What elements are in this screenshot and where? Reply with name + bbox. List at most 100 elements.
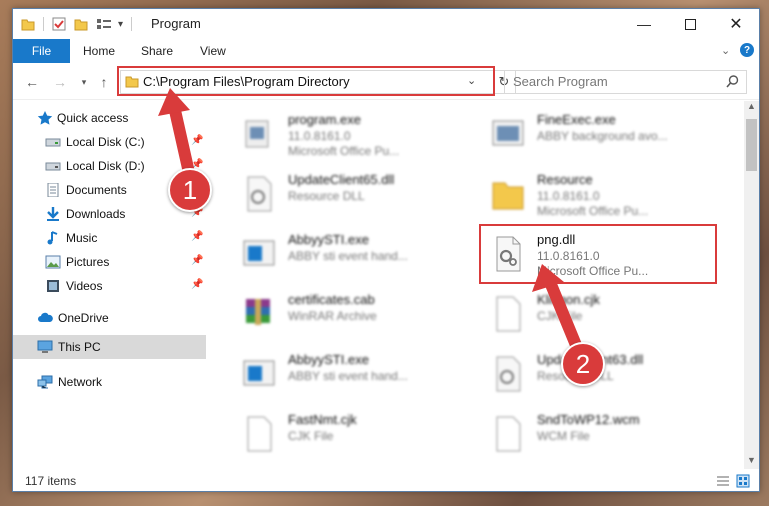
- file-name: SndToWP12.wcm: [537, 412, 640, 427]
- sidebar-item-onedrive[interactable]: OneDrive: [13, 306, 206, 330]
- file-item[interactable]: certificates.cab WinRAR Archive: [236, 289, 476, 339]
- sidebar-item-label: Network: [58, 375, 103, 389]
- pin-icon[interactable]: 📌: [191, 279, 203, 290]
- sidebar-item-label: Pictures: [66, 255, 110, 269]
- folder-icon: [492, 182, 524, 210]
- recent-locations-button[interactable]: ▾: [75, 73, 93, 91]
- sidebar-item-label: OneDrive: [58, 311, 109, 325]
- item-count: 117 items: [25, 474, 77, 488]
- sidebar-item-network[interactable]: Network: [13, 370, 206, 394]
- file-item[interactable]: Klingon.cjk CJK File: [485, 289, 725, 339]
- sidebar-item-label: Local Disk (C:): [66, 135, 145, 149]
- maximize-button[interactable]: [667, 9, 713, 39]
- title-bar: ▾ Program — ✕: [13, 9, 759, 39]
- vertical-scrollbar[interactable]: ▲ ▼: [744, 101, 759, 469]
- network-icon: [37, 375, 53, 389]
- file-name: AbbyySTI.exe: [288, 232, 369, 247]
- computer-icon: [37, 340, 53, 353]
- videos-icon: [47, 280, 59, 292]
- file-item[interactable]: program.exe 11.0.8161.0 Microsoft Office…: [236, 109, 476, 159]
- search-input[interactable]: Search Program: [513, 74, 608, 89]
- new-folder-icon[interactable]: [74, 17, 88, 31]
- back-button[interactable]: ←: [23, 73, 41, 91]
- large-icons-view-icon[interactable]: [736, 474, 750, 488]
- up-button[interactable]: ↑: [95, 73, 113, 91]
- minimize-icon: —: [637, 16, 651, 32]
- search-icon: [726, 75, 739, 88]
- scroll-up-icon[interactable]: ▲: [747, 101, 756, 111]
- sidebar-item-label: This PC: [58, 340, 101, 354]
- sidebar-item-videos[interactable]: Videos 📌: [13, 274, 206, 298]
- drive-icon: [45, 138, 61, 147]
- dll-icon: [247, 176, 272, 212]
- sidebar-item-pictures[interactable]: Pictures 📌: [13, 250, 206, 274]
- app-icon: [243, 240, 275, 266]
- pictures-icon: [45, 255, 61, 269]
- close-icon: ✕: [729, 16, 743, 33]
- sidebar-item-label: Quick access: [57, 111, 129, 125]
- arrow-up-icon: ↑: [100, 74, 108, 90]
- file-description: Microsoft Office Pu...: [537, 204, 649, 218]
- tab-home[interactable]: Home: [83, 44, 115, 58]
- tab-share[interactable]: Share: [141, 44, 173, 58]
- file-name: Resource: [537, 172, 593, 187]
- sidebar-item-label: Videos: [66, 279, 103, 293]
- file-item[interactable]: AbbyySTI.exe ABBY sti event hand...: [236, 229, 476, 279]
- pin-icon[interactable]: 📌: [191, 231, 203, 242]
- close-button[interactable]: ✕: [713, 9, 759, 39]
- sidebar-item-label: Documents: [66, 183, 127, 197]
- details-view-icon[interactable]: [716, 475, 730, 487]
- file-version: 11.0.8161.0: [537, 189, 600, 203]
- sidebar-item-this-pc[interactable]: This PC: [13, 335, 206, 359]
- archive-icon: [246, 299, 270, 325]
- file-icon: [496, 416, 521, 452]
- properties-icon[interactable]: [52, 17, 66, 31]
- dll-icon: [496, 356, 521, 392]
- search-box[interactable]: Search Program: [504, 70, 747, 94]
- cloud-icon: [38, 312, 53, 322]
- downloads-icon: [47, 207, 59, 221]
- window-title: Program: [151, 16, 201, 31]
- sidebar-item-label: Downloads: [66, 207, 126, 221]
- file-list: program.exe 11.0.8161.0 Microsoft Office…: [208, 101, 744, 469]
- view-icon[interactable]: [96, 17, 112, 31]
- step-badge-1: 1: [168, 168, 212, 212]
- divider: [43, 17, 44, 31]
- forward-button[interactable]: →: [51, 73, 69, 91]
- maximize-icon: [684, 18, 696, 30]
- file-name: UpdateClient65.dll: [288, 172, 395, 187]
- file-item[interactable]: FastNmt.cjk CJK File: [236, 409, 476, 459]
- chevron-down-icon: ▾: [81, 76, 87, 87]
- file-item[interactable]: UpdateClient63.dll Resource DLL: [485, 349, 725, 399]
- drive-icon: [45, 162, 61, 171]
- file-version: WCM File: [537, 429, 590, 443]
- pin-icon[interactable]: 📌: [191, 255, 203, 266]
- file-item[interactable]: UpdateClient65.dll Resource DLL: [236, 169, 476, 219]
- file-tab[interactable]: File: [13, 39, 70, 63]
- file-version: ABBY background avo...: [537, 129, 668, 143]
- file-name: certificates.cab: [288, 292, 375, 307]
- help-icon[interactable]: ?: [740, 43, 754, 57]
- customize-toolbar-icon[interactable]: ▾: [118, 19, 123, 30]
- sidebar-item-label: Music: [66, 231, 98, 245]
- file-item[interactable]: Resource 11.0.8161.0 Microsoft Office Pu…: [485, 169, 725, 219]
- file-version: ABBY sti event hand...: [288, 249, 408, 263]
- sidebar-item-music[interactable]: Music 📌: [13, 226, 206, 250]
- file-name: AbbyySTI.exe: [288, 352, 369, 367]
- arrow-left-icon: ←: [25, 74, 39, 90]
- file-version: 11.0.8161.0: [288, 129, 351, 143]
- file-version: ABBY sti event hand...: [288, 369, 408, 383]
- sidebar-item-label: Local Disk (D:): [66, 159, 145, 173]
- tab-view[interactable]: View: [200, 44, 226, 58]
- file-item[interactable]: FineExec.exe ABBY background avo...: [485, 109, 725, 159]
- scrollbar-thumb[interactable]: [746, 119, 757, 171]
- minimize-button[interactable]: —: [621, 9, 667, 39]
- file-item[interactable]: SndToWP12.wcm WCM File: [485, 409, 725, 459]
- file-icon: [496, 296, 521, 332]
- file-item[interactable]: AbbyySTI.exe ABBY sti event hand...: [236, 349, 476, 399]
- file-highlight: [479, 224, 717, 284]
- expand-ribbon-icon[interactable]: ⌄: [721, 44, 730, 57]
- file-version: Resource DLL: [288, 189, 365, 203]
- scroll-down-icon[interactable]: ▼: [747, 455, 756, 465]
- step-badge-2: 2: [561, 342, 605, 386]
